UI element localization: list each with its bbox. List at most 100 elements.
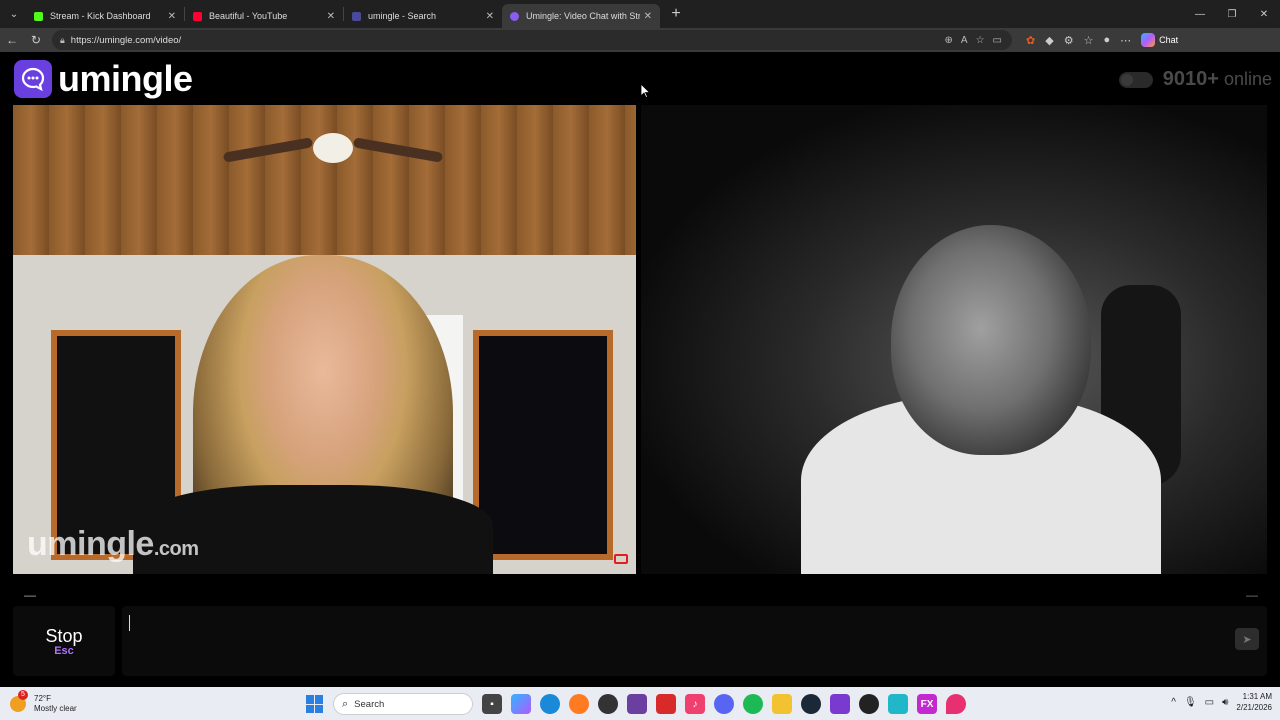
app-icon[interactable] — [627, 694, 647, 714]
tab-label: Stream - Kick Dashboard — [50, 11, 151, 21]
url-text[interactable]: https://umingle.com/video/ — [71, 35, 945, 46]
taskbar-search[interactable]: ⌕ Search — [333, 693, 473, 715]
online-indicator: 9010+ online — [1118, 68, 1272, 91]
address-bar-actions: ⊕ A ☆ ▭ — [945, 35, 1012, 46]
more-icon[interactable]: ⋯ — [1120, 34, 1131, 47]
tab-label: Umingle: Video Chat with Str — [526, 11, 640, 21]
umingle-logo[interactable]: umingle — [14, 58, 193, 100]
favorite-star-icon[interactable]: ☆ — [976, 35, 985, 46]
umingle-page: umingle 9010+ online umingle.com — — Sto… — [0, 52, 1280, 687]
stop-button[interactable]: Stop Esc — [13, 606, 115, 676]
app-icon[interactable] — [859, 694, 879, 714]
search-icon: ⌕ — [342, 697, 349, 710]
video-ceiling — [13, 105, 636, 255]
restore-icon[interactable]: ❐ — [1216, 0, 1248, 28]
tab-search[interactable]: umingle - Search ✕ — [344, 4, 502, 28]
online-count: 9010+ — [1162, 68, 1219, 90]
clock[interactable]: 1:31 AM 2/21/2026 — [1236, 691, 1272, 713]
profile-avatar-icon[interactable]: ● — [1103, 34, 1110, 46]
send-icon: ➤ — [1242, 633, 1252, 646]
refresh-icon[interactable]: ↻ — [24, 28, 48, 52]
weather-icon: 5 — [10, 689, 28, 712]
report-icon[interactable] — [614, 554, 628, 564]
address-bar[interactable]: 🔒︎ https://umingle.com/video/ ⊕ A ☆ ▭ — [52, 30, 1012, 50]
chat-bubble-icon — [14, 60, 52, 98]
collapse-right-icon[interactable]: — — [1246, 588, 1258, 602]
weather-temperature: 72°F — [34, 693, 51, 703]
zoom-icon[interactable]: ⊕ — [945, 35, 953, 46]
weather-condition: Mostly clear — [34, 703, 77, 713]
system-tray: ^ 🎙︎ ▭ 🔊︎ 1:31 AM 2/21/2026 — [1171, 691, 1272, 713]
umingle-icon — [510, 11, 519, 21]
chat-message-input[interactable]: ➤ — [122, 606, 1267, 676]
tab-umingle[interactable]: Umingle: Video Chat with Str ✕ — [502, 4, 660, 28]
video-icon[interactable]: ▭ — [993, 35, 1002, 46]
new-tab-button[interactable]: + — [664, 2, 688, 26]
close-window-icon[interactable]: ✕ — [1248, 0, 1280, 28]
tab-kick-dashboard[interactable]: Stream - Kick Dashboard ✕ — [26, 4, 184, 28]
theme-toggle[interactable] — [1118, 71, 1153, 88]
app-icon[interactable] — [598, 694, 618, 714]
close-icon[interactable]: ✕ — [327, 11, 335, 22]
edge-icon[interactable] — [540, 694, 560, 714]
browser-tab-strip: ⌄ Stream - Kick Dashboard ✕ Beautiful - … — [0, 0, 1280, 28]
discord-icon[interactable] — [714, 694, 734, 714]
video-window — [473, 330, 613, 560]
app-icon[interactable] — [888, 694, 908, 714]
copilot-icon[interactable] — [511, 694, 531, 714]
microphone-icon[interactable]: 🎙︎ — [1184, 697, 1197, 708]
text-caret — [129, 615, 130, 631]
music-icon[interactable]: ♪ — [685, 694, 705, 714]
window-controls: — ❐ ✕ — [1184, 0, 1280, 28]
weather-text: 72°F Mostly clear — [34, 694, 77, 714]
kick-icon — [34, 11, 43, 21]
fx-icon[interactable]: FX — [917, 694, 937, 714]
chat-label: Chat — [1159, 35, 1179, 45]
address-bar-row: ← ↻ 🔒︎ https://umingle.com/video/ ⊕ A ☆ … — [0, 28, 1280, 52]
stranger-video: umingle.com — [13, 105, 636, 574]
taskbar-apps: ⌕ Search ▪ ♪ FX — [306, 693, 966, 715]
map-pin-icon[interactable] — [946, 694, 966, 714]
folder-icon[interactable] — [772, 694, 792, 714]
close-icon[interactable]: ✕ — [486, 11, 494, 22]
weather-widget[interactable]: 5 72°F Mostly clear — [10, 689, 130, 714]
tab-label: Beautiful - YouTube — [209, 11, 288, 21]
copilot-icon — [1141, 33, 1156, 47]
favorites-icon[interactable]: ☆ — [1084, 34, 1094, 47]
volume-icon[interactable]: 🔊︎ — [1222, 697, 1228, 708]
extension-icon[interactable]: ◆ — [1045, 34, 1053, 47]
tab-actions-menu[interactable]: ⌄ — [2, 3, 26, 25]
clock-date: 2/21/2026 — [1236, 703, 1272, 712]
extensions-icon[interactable]: ⚙ — [1064, 34, 1074, 47]
windows-start-icon[interactable] — [306, 695, 324, 713]
clock-time: 1:31 AM — [1242, 692, 1272, 701]
display-icon[interactable]: ▭ — [1205, 697, 1214, 708]
stop-label: Stop — [45, 625, 83, 646]
taskbar-search-label: Search — [354, 698, 385, 710]
app-icon[interactable] — [830, 694, 850, 714]
taskbar: 5 72°F Mostly clear ⌕ Search ▪ ♪ FX ^ 🎙︎ — [0, 687, 1280, 720]
extension-icon[interactable]: ✿ — [1026, 34, 1035, 47]
spotify-icon[interactable] — [743, 694, 763, 714]
minimize-icon[interactable]: — — [1184, 0, 1216, 28]
read-aloud-icon[interactable]: A — [961, 35, 968, 46]
stop-shortcut-hint: Esc — [54, 644, 74, 657]
back-icon[interactable]: ← — [0, 28, 24, 52]
steam-icon[interactable] — [801, 694, 821, 714]
self-video — [641, 105, 1267, 574]
collapse-left-icon[interactable]: — — [24, 588, 36, 602]
task-view-icon[interactable]: ▪ — [482, 694, 502, 714]
app-icon[interactable] — [656, 694, 676, 714]
video-ceiling-fan — [313, 133, 353, 163]
close-icon[interactable]: ✕ — [644, 11, 652, 22]
mouse-cursor-icon — [641, 84, 650, 98]
chevron-up-icon[interactable]: ^ — [1171, 697, 1176, 708]
close-icon[interactable]: ✕ — [168, 11, 176, 22]
tab-youtube[interactable]: Beautiful - YouTube ✕ — [185, 4, 343, 28]
online-label: online — [1223, 69, 1272, 89]
send-button[interactable]: ➤ — [1235, 628, 1259, 650]
copilot-chat-button[interactable]: Chat — [1141, 33, 1178, 47]
watermark-text: umingle — [27, 525, 154, 563]
logo-text: umingle — [58, 58, 193, 99]
firefox-icon[interactable] — [569, 694, 589, 714]
